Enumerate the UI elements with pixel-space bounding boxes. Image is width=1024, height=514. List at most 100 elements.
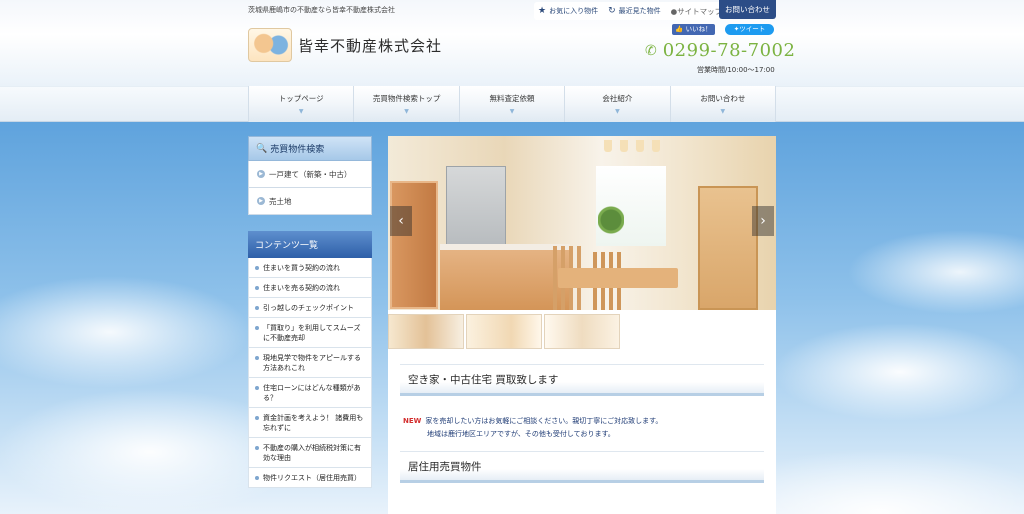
bullet-icon bbox=[255, 416, 259, 420]
favorites-label: お気に入り物件 bbox=[549, 7, 599, 15]
slide-image-door bbox=[390, 181, 438, 309]
facebook-like-label: いいね！ bbox=[685, 25, 712, 33]
news-text: 地域は鹿行地区エリアですが、その他も受付しております。 bbox=[427, 430, 615, 438]
news-line: NEW 家を売却したい方はお気軽にご相談ください。親切丁寧にご対応致します。 bbox=[403, 415, 763, 428]
sidebar-item-land[interactable]: ▶ 売土地 bbox=[248, 188, 372, 215]
contents-link[interactable]: 不動産の購入が相続税対策に有効な理由 bbox=[248, 438, 372, 468]
slide-image-counter bbox=[440, 244, 570, 310]
nav-item-appraisal[interactable]: 無料査定依頼 ▼ bbox=[460, 86, 566, 122]
contents-link-label: 住宅ローンにはどんな種類がある？ bbox=[263, 384, 361, 402]
slide-image-shelf bbox=[698, 186, 758, 310]
slider-thumbnails bbox=[388, 314, 622, 349]
slide-image-cabinet bbox=[446, 166, 506, 246]
contents-link-label: 引っ越しのチェックポイント bbox=[263, 304, 354, 312]
social-buttons: 👍 いいね！ ✦ツイート bbox=[672, 24, 774, 35]
contents-link[interactable]: 住まいを売る契約の流れ bbox=[248, 278, 372, 298]
nav-label: 無料査定依頼 bbox=[489, 94, 535, 103]
slide-image-lamp bbox=[652, 140, 660, 152]
bullet-icon bbox=[255, 446, 259, 450]
bullet-icon bbox=[255, 266, 259, 270]
header bbox=[0, 0, 1024, 86]
arrow-right-icon: ▶ bbox=[257, 197, 265, 205]
slide-image-lamp bbox=[604, 140, 612, 152]
bullet-icon bbox=[255, 386, 259, 390]
thumbs-up-icon: 👍 bbox=[675, 25, 684, 33]
search-icon: 🔍 bbox=[256, 143, 268, 154]
chevron-down-icon: ▼ bbox=[404, 108, 409, 115]
sitemap-link[interactable]: ●サイトマップ bbox=[671, 6, 723, 17]
section-heading-residential: 居住用売買物件 bbox=[400, 451, 764, 483]
bullet-icon bbox=[255, 286, 259, 290]
sidebar-item-house[interactable]: ▶ 一戸建て（新築・中古） bbox=[248, 161, 372, 188]
nav-item-contact[interactable]: お問い合わせ ▼ bbox=[671, 86, 777, 122]
sidebar-item-label: 一戸建て（新築・中古） bbox=[269, 169, 352, 179]
chevron-right-icon: › bbox=[760, 213, 766, 229]
history-icon: ↻ bbox=[608, 6, 616, 16]
contents-link[interactable]: 引っ越しのチェックポイント bbox=[248, 298, 372, 318]
sidebar: 🔍 売買物件検索 ▶ 一戸建て（新築・中古） ▶ 売土地 コンテンツ一覧 住まい… bbox=[248, 136, 372, 488]
contents-link[interactable]: 現地見学で物件をアピールする方法あれこれ bbox=[248, 348, 372, 378]
bullet-icon bbox=[255, 476, 259, 480]
main-content: ‹ › 空き家・中古住宅 買取致します NEW 家を売却したい方はお気軽にご相談く… bbox=[388, 136, 776, 514]
chevron-left-icon: ‹ bbox=[398, 213, 404, 229]
nav-item-top[interactable]: トップページ ▼ bbox=[249, 86, 355, 122]
news-block: NEW 家を売却したい方はお気軽にご相談ください。親切丁寧にご対応致します。 地域… bbox=[403, 415, 763, 441]
nav-label: お問い合わせ bbox=[700, 94, 746, 103]
contents-link-label: 資金計画を考えよう！ 諸費用も忘れずに bbox=[263, 414, 364, 432]
slide-image-table bbox=[558, 268, 678, 288]
tweet-label: ツイート bbox=[739, 25, 766, 33]
news-text: 家を売却したい方はお気軽にご相談ください。親切丁寧にご対応致します。 bbox=[425, 417, 663, 425]
business-hours: 営業時間/10:00〜17:00 bbox=[697, 66, 775, 74]
nav-item-search[interactable]: 売買物件検索トップ ▼ bbox=[354, 86, 460, 122]
contents-link-label: 住まいを買う契約の流れ bbox=[263, 264, 340, 272]
contents-link-label: 「買取り」を利用してスムーズに不動産売却 bbox=[263, 324, 361, 342]
slide-image-lamp bbox=[620, 140, 628, 152]
chevron-down-icon: ▼ bbox=[298, 108, 304, 115]
contents-link-label: 現地見学で物件をアピールする方法あれこれ bbox=[263, 354, 361, 372]
nav-label: 会社紹介 bbox=[602, 94, 633, 103]
slide-image-lamp bbox=[636, 140, 644, 152]
company-name: 皆幸不動産株式会社 bbox=[298, 36, 443, 55]
nav-item-company[interactable]: 会社紹介 ▼ bbox=[565, 86, 671, 122]
chevron-down-icon: ▼ bbox=[509, 108, 515, 115]
phone-number: 0299-78-7002 bbox=[662, 40, 796, 61]
contents-link-label: 住まいを売る契約の流れ bbox=[263, 284, 340, 292]
chevron-down-icon: ▼ bbox=[720, 108, 726, 115]
bullet-icon bbox=[255, 356, 259, 360]
favorites-link[interactable]: ★ お気に入り物件 bbox=[538, 6, 598, 16]
sidebar-item-label: 売土地 bbox=[269, 196, 292, 206]
new-badge: NEW bbox=[403, 417, 422, 425]
phone-icon: ✆ bbox=[645, 42, 657, 59]
slide-image-plant bbox=[598, 204, 624, 236]
slider-thumbnail[interactable] bbox=[388, 314, 464, 349]
property-search-title: 売買物件検索 bbox=[270, 145, 325, 155]
star-icon: ★ bbox=[538, 6, 547, 16]
tagline: 茨城県鹿嶋市の不動産なら皆幸不動産株式会社 bbox=[248, 6, 395, 14]
recently-viewed-link[interactable]: ↻ 最近見た物件 bbox=[608, 6, 661, 16]
contents-link[interactable]: 住宅ローンにはどんな種類がある？ bbox=[248, 378, 372, 408]
slider-next-button[interactable]: › bbox=[752, 206, 774, 236]
contents-heading: コンテンツ一覧 bbox=[248, 231, 372, 258]
nav-label: トップページ bbox=[278, 94, 324, 103]
contents-link[interactable]: 「買取り」を利用してスムーズに不動産売却 bbox=[248, 318, 372, 348]
top-links: ★ お気に入り物件 ↻ 最近見た物件 ●サイトマップ bbox=[534, 2, 735, 20]
contact-button[interactable]: お問い合わせ bbox=[719, 0, 776, 19]
bullet-icon bbox=[255, 326, 259, 330]
logo[interactable]: 皆幸不動産株式会社 bbox=[248, 28, 442, 62]
facebook-like-button[interactable]: 👍 いいね！ bbox=[672, 24, 715, 35]
section-heading-buyback: 空き家・中古住宅 買取致します bbox=[400, 364, 764, 396]
global-nav: トップページ ▼ 売買物件検索トップ ▼ 無料査定依頼 ▼ 会社紹介 ▼ お問い合わせ ▼ bbox=[248, 86, 777, 122]
arrow-right-icon: ▶ bbox=[257, 170, 265, 178]
phone: ✆ 0299-78-7002 bbox=[645, 40, 795, 61]
slider-prev-button[interactable]: ‹ bbox=[390, 206, 412, 236]
slider-thumbnail[interactable] bbox=[544, 314, 620, 349]
contents-link[interactable]: 住まいを買う契約の流れ bbox=[248, 258, 372, 278]
contents-link-label: 不動産の購入が相続税対策に有効な理由 bbox=[263, 444, 361, 462]
contents-link[interactable]: 物件リクエスト（居住用売買） bbox=[248, 468, 372, 488]
bullet-icon bbox=[255, 306, 259, 310]
contents-link[interactable]: 資金計画を考えよう！ 諸費用も忘れずに bbox=[248, 408, 372, 438]
slider-thumbnail[interactable] bbox=[466, 314, 542, 349]
tweet-button[interactable]: ✦ツイート bbox=[725, 24, 774, 35]
property-search-heading: 🔍 売買物件検索 bbox=[248, 136, 372, 161]
hero-slider: ‹ › bbox=[388, 136, 776, 310]
